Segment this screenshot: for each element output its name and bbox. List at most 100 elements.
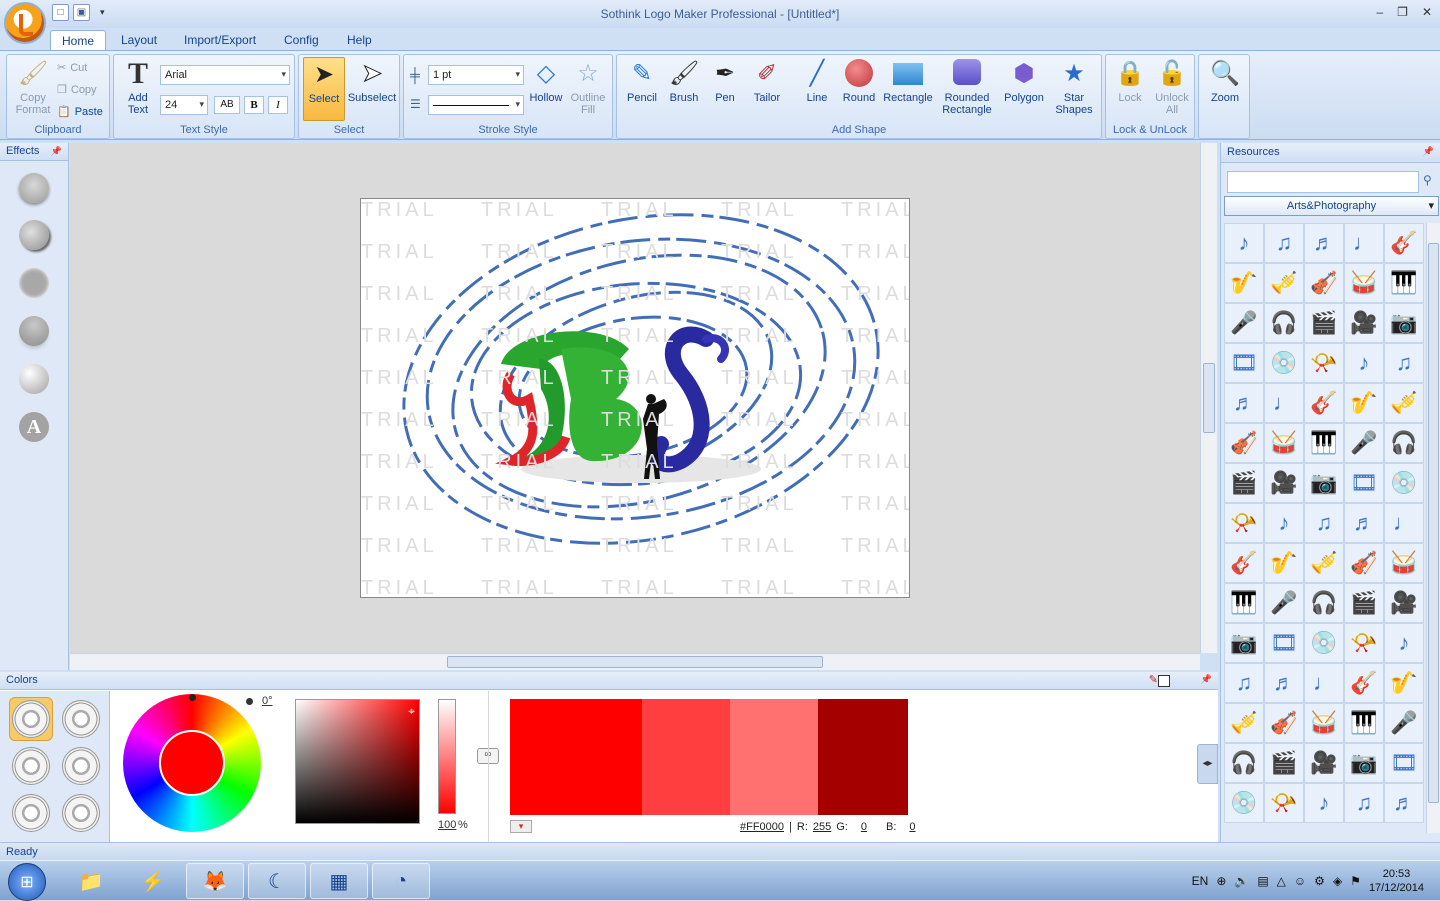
resource-thumbnail[interactable]: 🎞 (1344, 463, 1384, 503)
resource-thumbnail[interactable]: ♬ (1344, 503, 1384, 543)
resource-thumbnail[interactable]: 🎥 (1344, 303, 1384, 343)
resource-search-input[interactable] (1227, 171, 1419, 193)
resource-thumbnail[interactable]: 📷 (1304, 463, 1344, 503)
resource-thumbnail[interactable]: ♬ (1384, 783, 1424, 823)
no-color-box[interactable] (1158, 675, 1170, 687)
resource-thumbnail[interactable]: 🥁 (1384, 543, 1424, 583)
resource-thumbnail[interactable]: 🎻 (1304, 263, 1344, 303)
resource-thumbnail[interactable]: 🎤 (1344, 423, 1384, 463)
resource-thumbnail[interactable]: 🎺 (1224, 703, 1264, 743)
unlock-all-button[interactable]: 🔓 Unlock All (1150, 59, 1194, 116)
resource-thumbnail[interactable]: ♩ (1304, 663, 1344, 703)
resource-thumbnail[interactable]: 🎧 (1224, 743, 1264, 783)
green-value[interactable]: 0 (861, 821, 867, 833)
resource-thumbnail[interactable]: 🎷 (1384, 663, 1424, 703)
resource-thumbnail[interactable]: 🎸 (1384, 223, 1424, 263)
resource-thumbnail[interactable]: 🎬 (1224, 463, 1264, 503)
resource-thumbnail[interactable]: ♫ (1224, 663, 1264, 703)
dropbox-icon[interactable]: ◈ (1333, 874, 1342, 888)
start-button[interactable]: ⊞ (8, 863, 46, 901)
resource-thumbnail[interactable]: 🎞 (1264, 623, 1304, 663)
rounded-rectangle-tool-button[interactable]: Rounded Rectangle (935, 59, 999, 116)
tab-layout[interactable]: Layout (111, 30, 167, 50)
resource-thumbnail[interactable]: 🎬 (1264, 743, 1304, 783)
firefox-taskbar-icon[interactable]: 🦊 (186, 863, 244, 899)
scheme-mode-monochrome[interactable] (9, 697, 53, 741)
resource-thumbnail[interactable]: 🎸 (1304, 383, 1344, 423)
effect-bevel-button[interactable] (19, 220, 49, 250)
close-button[interactable]: ✕ (1422, 5, 1432, 19)
resource-thumbnail[interactable]: 🎤 (1384, 703, 1424, 743)
resource-thumbnail[interactable]: 🎷 (1264, 543, 1304, 583)
resource-thumbnail[interactable]: 🎧 (1384, 423, 1424, 463)
select-tool-button[interactable]: ➤ Select (303, 57, 345, 121)
action-center-icon[interactable]: ⚑ (1350, 874, 1361, 888)
font-size-select[interactable]: 24 (160, 95, 208, 115)
resource-thumbnail[interactable]: 🎧 (1264, 303, 1304, 343)
app-menu-button[interactable] (4, 2, 46, 44)
color-wheel[interactable] (123, 694, 261, 832)
stroke-type-select[interactable] (428, 95, 524, 115)
swatch-lighter[interactable] (730, 699, 818, 815)
red-value[interactable]: 255 (813, 821, 831, 833)
resource-category-select[interactable]: Arts&Photography (1224, 196, 1439, 216)
resource-thumbnail[interactable]: 🎹 (1344, 703, 1384, 743)
char-spacing-button[interactable]: AB (214, 96, 240, 114)
resource-thumbnail[interactable]: 🎤 (1224, 303, 1264, 343)
tab-config[interactable]: Config (274, 30, 329, 50)
collapse-panel-button[interactable]: ◂▸ (1197, 744, 1218, 784)
bold-button[interactable]: B (244, 96, 264, 114)
opacity-value[interactable]: 100 (438, 819, 456, 831)
resource-thumbnail[interactable]: 🎞 (1224, 343, 1264, 383)
warning-icon[interactable]: △ (1277, 874, 1286, 888)
effect-reflection-button[interactable] (19, 316, 49, 346)
round-tool-button[interactable]: Round (837, 59, 881, 104)
resource-thumbnail[interactable]: ♩ (1344, 223, 1384, 263)
resource-thumbnail[interactable]: 🥁 (1264, 423, 1304, 463)
resource-thumbnail[interactable]: 🎥 (1304, 743, 1344, 783)
resource-thumbnail[interactable]: 🎻 (1224, 423, 1264, 463)
italic-button[interactable]: I (268, 96, 288, 114)
resource-thumbnail[interactable]: 📷 (1344, 743, 1384, 783)
hex-value[interactable]: #FF0000 (740, 821, 784, 833)
resource-thumbnail[interactable]: ♩ (1264, 383, 1304, 423)
tailor-tool-button[interactable]: ✐ Tailor (745, 59, 789, 104)
scheme-mode-accented[interactable] (59, 791, 103, 835)
network-icon[interactable]: ⊕ (1216, 874, 1226, 888)
resource-thumbnail[interactable]: 🎤 (1264, 583, 1304, 623)
moon-app-taskbar-icon[interactable]: ☾ (248, 863, 306, 899)
hue-handle[interactable] (189, 694, 196, 701)
stroke-width-select[interactable]: 1 pt (428, 65, 524, 85)
resource-thumbnail[interactable]: 🎥 (1384, 583, 1424, 623)
resource-thumbnail[interactable]: ♩ (1384, 503, 1424, 543)
add-text-button[interactable]: T Add Text (118, 59, 158, 117)
logo-maker-taskbar-icon[interactable]: ◔ (372, 863, 430, 899)
effect-text-button[interactable]: A (19, 412, 49, 442)
pen-tool-button[interactable]: ✒ Pen (705, 59, 745, 104)
resource-thumbnail[interactable]: 💿 (1384, 463, 1424, 503)
effect-glow-button[interactable] (19, 268, 49, 298)
resource-thumbnail[interactable]: 🎻 (1344, 543, 1384, 583)
copy-format-button[interactable]: 🖌 Copy Format (11, 59, 55, 116)
resource-thumbnail[interactable]: 📯 (1224, 503, 1264, 543)
clock[interactable]: 20:53 17/12/2014 (1369, 867, 1424, 895)
effect-shadow-button[interactable] (19, 173, 49, 203)
resource-thumbnail[interactable]: 🎞 (1384, 743, 1424, 783)
resource-thumbnail[interactable]: 🎺 (1264, 263, 1304, 303)
resource-thumbnail[interactable]: 💿 (1224, 783, 1264, 823)
resource-thumbnail[interactable]: ♪ (1384, 623, 1424, 663)
maximize-button[interactable]: ❐ (1397, 5, 1408, 19)
paste-button[interactable]: 📋 Paste (57, 105, 103, 119)
resource-scrollbar[interactable] (1426, 223, 1440, 833)
pin-icon[interactable]: 📌 (1423, 146, 1434, 157)
canvas-horizontal-scrollbar[interactable] (70, 653, 1200, 670)
tab-home[interactable]: Home (50, 30, 106, 50)
image-app-taskbar-icon[interactable]: ▦ (310, 863, 368, 899)
search-icon[interactable]: ⚲ (1423, 173, 1432, 187)
resource-thumbnail[interactable]: 📷 (1384, 303, 1424, 343)
hollow-button[interactable]: ◇ Hollow (526, 59, 566, 104)
resource-thumbnail[interactable]: ♫ (1344, 783, 1384, 823)
line-tool-button[interactable]: ╱ Line (797, 59, 837, 104)
resource-thumbnail[interactable]: ♪ (1264, 503, 1304, 543)
brush-tool-button[interactable]: 🖌 Brush (663, 59, 705, 104)
